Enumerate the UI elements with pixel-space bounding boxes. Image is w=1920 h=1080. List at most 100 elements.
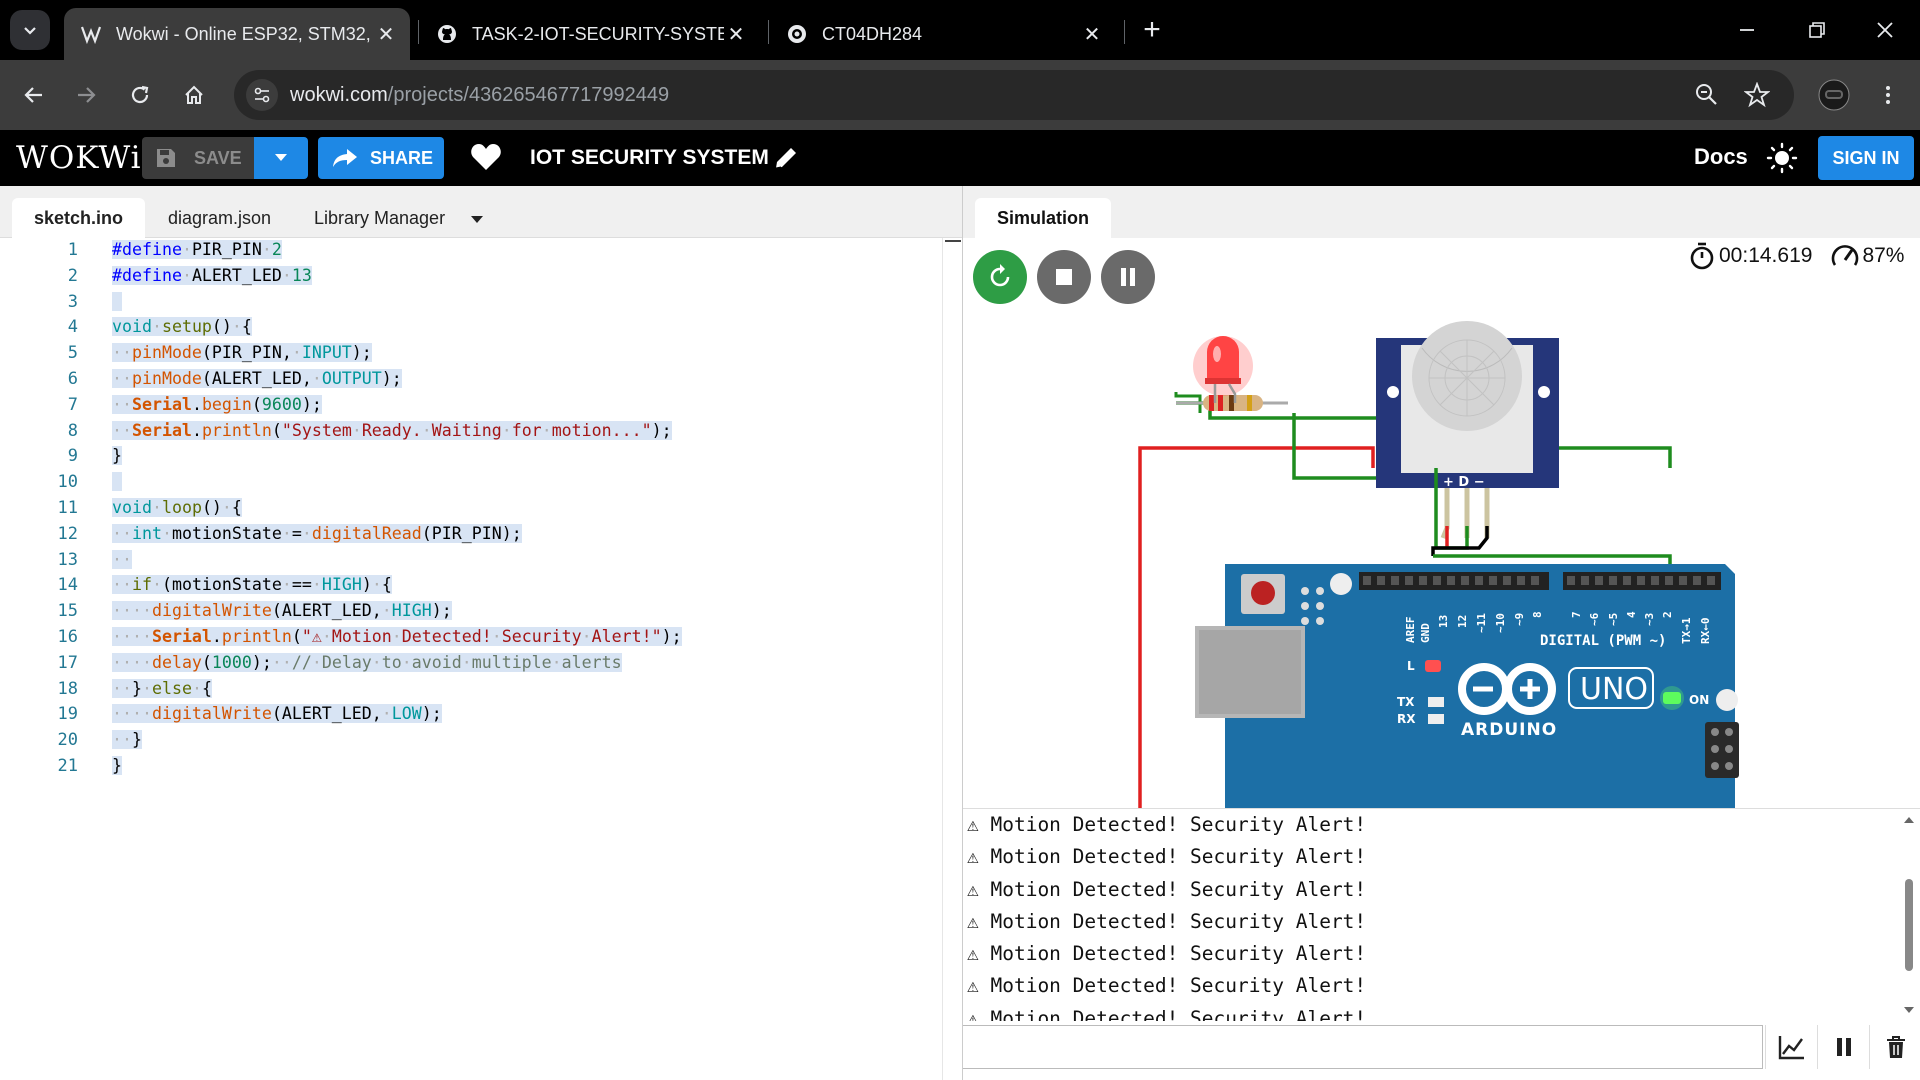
share-arrow-icon <box>333 149 357 167</box>
minimize-button[interactable] <box>1724 10 1770 50</box>
code-line: 15 ····digitalWrite(ALERT_LED,·HIGH); <box>0 599 940 624</box>
code-line: 18 ··}·else·{ <box>0 677 940 702</box>
browser-tab-ct04dh284[interactable]: CT04DH284 ✕ <box>770 8 1116 60</box>
tab-separator <box>768 20 769 44</box>
serial-scrollbar[interactable] <box>1897 809 1920 1021</box>
arrow-left-icon <box>24 87 42 103</box>
led-red[interactable] <box>1193 336 1253 403</box>
pin-label: RX←0 <box>1699 618 1712 645</box>
code-line: 6 ··pinMode(ALERT_LED,·OUTPUT); <box>0 367 940 392</box>
floppy-disk-icon <box>157 149 175 167</box>
tab-library-manager[interactable]: Library Manager <box>292 198 467 238</box>
code-line: 17 ····delay(1000);··//·Delay·to·avoid·mu… <box>0 651 940 676</box>
code-line: 11 void·loop()·{ <box>0 496 940 521</box>
globe-icon <box>786 23 808 45</box>
close-window-button[interactable] <box>1862 10 1908 50</box>
tab-diagram-json[interactable]: diagram.json <box>146 198 293 238</box>
code-line: 9} <box>0 444 940 469</box>
heart-icon[interactable] <box>470 142 504 174</box>
code-line: 2 #define·ALERT_LED·13 <box>0 264 940 289</box>
profile-avatar[interactable] <box>1814 75 1854 115</box>
led-l-indicator <box>1425 660 1441 672</box>
tab-sketch-ino[interactable]: sketch.ino <box>12 198 146 238</box>
pin-label: 12 <box>1456 615 1469 628</box>
plotter-button[interactable] <box>1765 1025 1817 1069</box>
pir-pin-labels: + D − <box>1443 475 1485 490</box>
theme-toggle-sun-icon[interactable] <box>1766 142 1798 174</box>
avatar-icon <box>1818 79 1850 111</box>
serial-output[interactable]: ⚠ Motion Detected! Security Alert! ⚠ Mot… <box>967 809 1897 1021</box>
clear-serial-button[interactable] <box>1869 1025 1920 1069</box>
simulation-tabs: Simulation <box>963 186 1920 238</box>
docs-link[interactable]: Docs <box>1694 144 1748 170</box>
url-path: /projects/436265467717992449 <box>387 84 670 106</box>
restart-simulation-button[interactable] <box>973 250 1027 304</box>
code-line: 21} <box>0 754 940 779</box>
line-number: 2 <box>67 265 78 286</box>
back-button[interactable] <box>14 75 54 115</box>
close-tab-icon[interactable]: ✕ <box>1080 22 1104 46</box>
restore-button[interactable] <box>1794 10 1840 50</box>
circuit-canvas[interactable]: + D − AREF GND 13 12 ~11 ~10 ~9 8 7 ~6 ~… <box>963 308 1920 808</box>
tab-title: TASK-2-IOT-SECURITY-SYSTEM/ <box>472 23 724 44</box>
site-info-icon[interactable] <box>246 79 278 111</box>
browser-tab-wokwi[interactable]: Wokwi - Online ESP32, STM32, A ✕ <box>64 8 410 60</box>
pin-label: 2 <box>1661 611 1674 618</box>
pir-motion-sensor[interactable]: + D − <box>1376 321 1559 539</box>
elapsed-time: 00:14.619 <box>1719 244 1813 267</box>
zoom-icon[interactable] <box>1694 82 1720 113</box>
serial-line: ⚠ Motion Detected! Security Alert! <box>967 974 1367 998</box>
minimize-icon <box>1740 29 1754 31</box>
pause-simulation-button[interactable] <box>1101 250 1155 304</box>
restore-icon <box>1809 22 1825 38</box>
line-number: 5 <box>67 343 78 364</box>
circuit-diagram: + D − AREF GND 13 12 ~11 ~10 ~9 8 7 ~6 ~… <box>1138 321 1739 808</box>
line-number: 15 <box>57 601 78 622</box>
wokwi-logo[interactable]: WOKWi <box>16 140 142 176</box>
browser-menu-button[interactable] <box>1868 75 1908 115</box>
code-area[interactable]: 1 #define·PIR_PIN·2 2 #define·ALERT_LED·13… <box>0 238 942 1080</box>
line-chart-icon <box>1778 1036 1804 1060</box>
browser-tab-github[interactable]: TASK-2-IOT-SECURITY-SYSTEM/ ✕ <box>420 8 760 60</box>
simulation-timer: 00:14.619 87% <box>1689 242 1904 270</box>
edit-pencil-icon[interactable] <box>772 144 800 172</box>
caret-down-icon <box>275 154 287 161</box>
share-button[interactable]: SHARE <box>318 137 444 179</box>
chevron-down-icon <box>24 27 36 35</box>
restart-icon <box>990 264 1010 287</box>
tab-search-button[interactable] <box>10 10 50 50</box>
reload-button[interactable] <box>120 75 160 115</box>
wokwi-favicon-icon <box>80 23 102 45</box>
editor-scrollbar[interactable] <box>942 238 962 1080</box>
close-tab-icon[interactable]: ✕ <box>724 22 748 46</box>
stop-simulation-button[interactable] <box>1037 250 1091 304</box>
pin-label: ~5 <box>1607 613 1620 626</box>
line-number: 9 <box>67 446 78 467</box>
bookmark-star-icon[interactable] <box>1743 81 1771 113</box>
more-vertical-icon <box>1886 86 1890 104</box>
arduino-uno-board[interactable]: AREF GND 13 12 ~11 ~10 ~9 8 7 ~6 ~5 4 ~3… <box>1195 564 1739 808</box>
new-tab-button[interactable]: + <box>1138 13 1166 46</box>
code-line: 1 #define·PIR_PIN·2 <box>0 238 940 263</box>
arrow-right-icon <box>78 87 96 103</box>
address-bar[interactable]: wokwi.com/projects/436265467717992449 <box>234 70 1794 120</box>
home-button[interactable] <box>174 75 214 115</box>
browser-tab-bar: Wokwi - Online ESP32, STM32, A ✕ TASK-2-… <box>0 0 1920 60</box>
editor-tabs-menu-icon[interactable] <box>470 211 484 229</box>
tab-separator <box>418 20 419 44</box>
tab-simulation[interactable]: Simulation <box>975 198 1112 238</box>
code-line: 3 <box>0 290 940 315</box>
serial-line: ⚠ Motion Detected! Security Alert! <box>967 813 1367 836</box>
on-label: ON <box>1689 693 1709 707</box>
code-editor-pane: sketch.ino diagram.json Library Manager … <box>0 186 962 1080</box>
pin-label: TX→1 <box>1680 617 1693 644</box>
save-button[interactable]: SAVE <box>142 137 254 179</box>
rx-label: RX <box>1397 712 1416 726</box>
pause-serial-button[interactable] <box>1817 1025 1869 1069</box>
forward-button[interactable] <box>66 75 106 115</box>
serial-input[interactable] <box>963 1025 1763 1069</box>
sign-in-button[interactable]: SIGN IN <box>1818 136 1914 180</box>
save-options-dropdown[interactable] <box>254 137 308 179</box>
close-tab-icon[interactable]: ✕ <box>374 22 398 46</box>
scroll-down-arrow <box>1904 1007 1914 1013</box>
